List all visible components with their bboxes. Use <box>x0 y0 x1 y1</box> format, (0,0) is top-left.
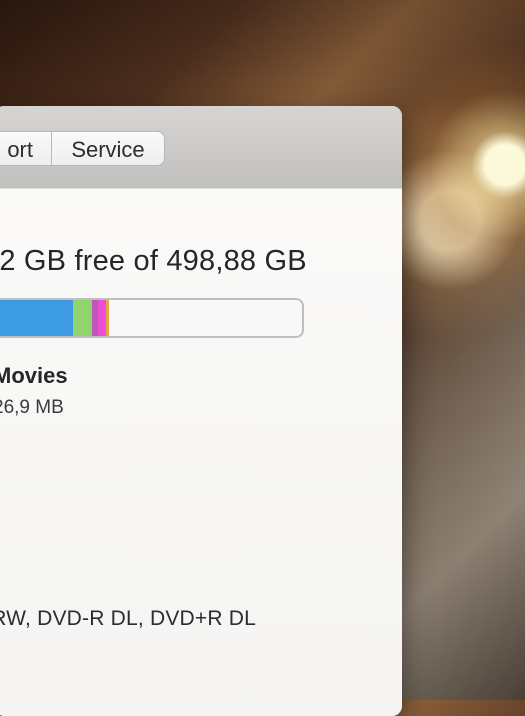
storage-segment-green <box>73 300 93 336</box>
system-info-window: ort Service 72 GB free of 498,88 GB Movi… <box>0 106 402 716</box>
storage-summary: 72 GB free of 498,88 GB <box>0 245 307 277</box>
storage-bar <box>0 298 304 338</box>
tab-support[interactable]: ort <box>0 131 51 166</box>
storage-segment-magenta <box>98 300 107 336</box>
storage-segment-blue <box>0 300 74 336</box>
tab-service[interactable]: Service <box>51 131 165 166</box>
movies-category-title: Movies <box>0 363 68 388</box>
storage-segment-orange <box>106 300 109 336</box>
movies-category-size: 26,9 MB <box>0 397 64 418</box>
tab-bar: ort Service <box>0 131 165 168</box>
disc-burning-formats: -RW, DVD-R DL, DVD+R DL <box>0 607 257 630</box>
